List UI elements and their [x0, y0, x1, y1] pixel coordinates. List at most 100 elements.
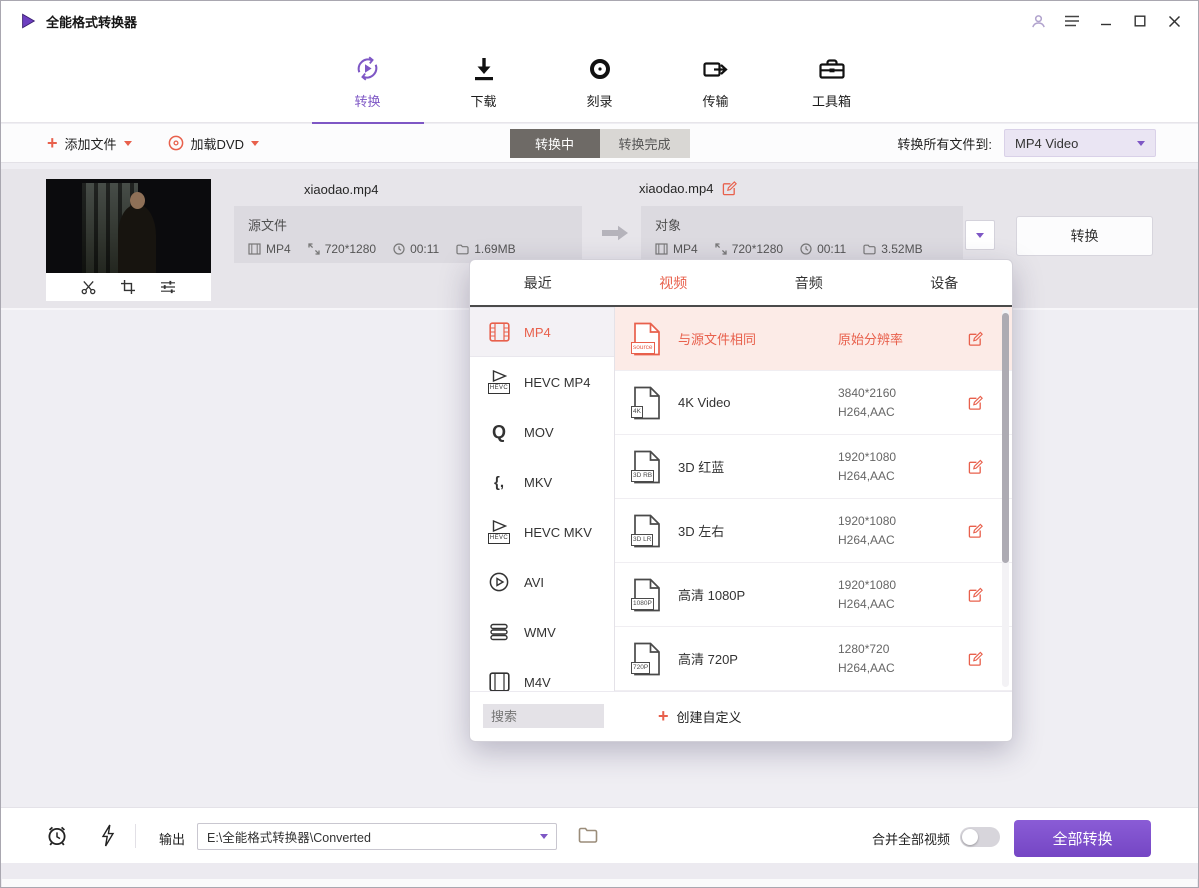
format-item-label: MKV	[524, 475, 552, 490]
load-dvd-caret-icon[interactable]	[251, 141, 259, 146]
preset-row-4k[interactable]: 4K 4K Video 3840*2160H264,AAC	[615, 371, 1012, 435]
app-window: 全能格式转换器	[0, 0, 1199, 888]
preset-resolution: 1920*1080	[838, 450, 896, 464]
preset-row-hd-720p[interactable]: 720P 高清 720P 1280*720H264,AAC	[615, 627, 1012, 691]
format-item-mov[interactable]: Q MOV	[470, 407, 614, 457]
size-icon	[863, 244, 876, 255]
menu-icon[interactable]	[1062, 11, 1082, 31]
tab-converting[interactable]: 转换中	[510, 129, 600, 158]
account-icon[interactable]	[1028, 11, 1048, 31]
maximize-button[interactable]	[1130, 11, 1150, 31]
format-item-label: MP4	[524, 325, 551, 340]
nav-tab-convert[interactable]: 转换	[338, 54, 398, 123]
preset-resolution: 3840*2160	[838, 386, 896, 400]
preset-file-icon: 1080P	[633, 578, 661, 612]
format-item-mp4[interactable]: MP4	[470, 307, 614, 357]
preset-name: 3D 左右	[678, 521, 838, 540]
target-resolution: 720*1280	[732, 242, 783, 256]
scrollbar-thumb[interactable]	[1002, 313, 1009, 563]
format-item-mkv[interactable]: {, MKV	[470, 457, 614, 507]
preset-row-hd-1080p[interactable]: 1080P 高清 1080P 1920*1080H264,AAC	[615, 563, 1012, 627]
close-button[interactable]	[1164, 11, 1184, 31]
target-format: MP4	[673, 242, 698, 256]
scrollbar[interactable]	[1002, 309, 1009, 687]
popup-tab-audio[interactable]: 音频	[741, 260, 877, 305]
popup-tab-video[interactable]: 视频	[606, 260, 742, 305]
format-icon	[248, 243, 261, 255]
edit-preset-icon[interactable]	[968, 331, 983, 346]
convert-arrow-icon	[600, 223, 630, 243]
open-folder-icon[interactable]	[578, 827, 598, 844]
download-icon	[472, 54, 496, 82]
crop-icon[interactable]	[121, 280, 135, 294]
nav-label-transfer: 传输	[702, 91, 728, 110]
convert-all-button[interactable]: 全部转换	[1014, 820, 1151, 857]
trim-icon[interactable]	[81, 280, 96, 295]
schedule-icon[interactable]	[46, 824, 68, 847]
edit-preset-icon[interactable]	[968, 587, 983, 602]
popup-tab-device[interactable]: 设备	[877, 260, 1013, 305]
convert-icon	[354, 54, 381, 82]
minimize-button[interactable]	[1096, 11, 1116, 31]
create-custom-button[interactable]: + 创建自定义	[658, 692, 742, 740]
load-dvd-button[interactable]: 加载DVD	[168, 134, 259, 153]
preset-row-same-as-source[interactable]: source 与源文件相同 原始分辨率	[615, 307, 1012, 371]
format-item-hevc-mp4[interactable]: HEVC HEVC MP4	[470, 357, 614, 407]
merge-toggle[interactable]	[960, 827, 1000, 847]
format-item-wmv[interactable]: WMV	[470, 607, 614, 657]
output-path-input[interactable]	[198, 830, 532, 844]
add-files-button[interactable]: + 添加文件	[47, 134, 132, 153]
preset-codec: H264,AAC	[838, 469, 896, 483]
preset-list: source 与源文件相同 原始分辨率 4K 4K Video 3840*216…	[615, 307, 1012, 691]
dvd-icon	[168, 135, 184, 151]
output-label: 输出	[159, 829, 185, 848]
output-format-select[interactable]: MP4 Video	[1004, 129, 1156, 157]
preset-name: 与源文件相同	[678, 329, 838, 348]
thumbnail-image[interactable]	[46, 179, 211, 273]
hevc-mp4-icon: HEVC	[487, 370, 511, 393]
convert-to-label: 转换所有文件到:	[897, 134, 992, 153]
size-icon	[456, 244, 469, 255]
add-files-caret-icon[interactable]	[124, 141, 132, 146]
format-popup: 最近 视频 音频 设备 MP4 HEVC HEVC MP4	[469, 259, 1013, 742]
preset-resolution: 原始分辨率	[838, 329, 903, 348]
preset-row-3d-leftright[interactable]: 3D LR 3D 左右 1920*1080H264,AAC	[615, 499, 1012, 563]
performance-icon[interactable]	[101, 824, 115, 847]
format-item-label: HEVC MKV	[524, 525, 592, 540]
mp4-icon	[487, 322, 511, 342]
output-path-field[interactable]	[197, 823, 557, 850]
wmv-icon	[487, 623, 511, 641]
format-item-label: HEVC MP4	[524, 375, 590, 390]
format-icon	[655, 243, 668, 255]
format-dropdown-button[interactable]	[965, 220, 995, 250]
preset-codec: H264,AAC	[838, 533, 896, 547]
nav-tab-burn[interactable]: 刻录	[570, 54, 630, 123]
search-input[interactable]	[483, 704, 604, 728]
edit-name-icon[interactable]	[722, 181, 737, 196]
format-item-label: MOV	[524, 425, 554, 440]
format-item-label: WMV	[524, 625, 556, 640]
source-format: MP4	[266, 242, 291, 256]
edit-preset-icon[interactable]	[968, 651, 983, 666]
preset-row-3d-redblue[interactable]: 3D RB 3D 红蓝 1920*1080H264,AAC	[615, 435, 1012, 499]
format-item-m4v[interactable]: M4V	[470, 657, 614, 691]
popup-tab-recent[interactable]: 最近	[470, 260, 606, 305]
edit-preset-icon[interactable]	[968, 395, 983, 410]
app-logo-icon	[19, 12, 37, 30]
format-item-avi[interactable]: AVI	[470, 557, 614, 607]
titlebar: 全能格式转换器	[1, 1, 1198, 41]
edit-preset-icon[interactable]	[968, 523, 983, 538]
format-item-hevc-mkv[interactable]: HEVC HEVC MKV	[470, 507, 614, 557]
nav-tab-download[interactable]: 下载	[454, 54, 514, 123]
nav-tab-toolbox[interactable]: 工具箱	[802, 54, 862, 123]
path-dropdown-caret-icon[interactable]	[532, 824, 556, 849]
tab-finished[interactable]: 转换完成	[600, 129, 690, 158]
effects-icon[interactable]	[160, 280, 176, 294]
preset-badge: 1080P	[631, 598, 654, 609]
source-label: 源文件	[248, 215, 568, 234]
convert-file-button[interactable]: 转换	[1016, 216, 1153, 256]
nav-tab-transfer[interactable]: 传输	[686, 54, 746, 123]
toolbox-icon	[818, 54, 846, 82]
edit-preset-icon[interactable]	[968, 459, 983, 474]
preset-resolution: 1280*720	[838, 642, 895, 656]
